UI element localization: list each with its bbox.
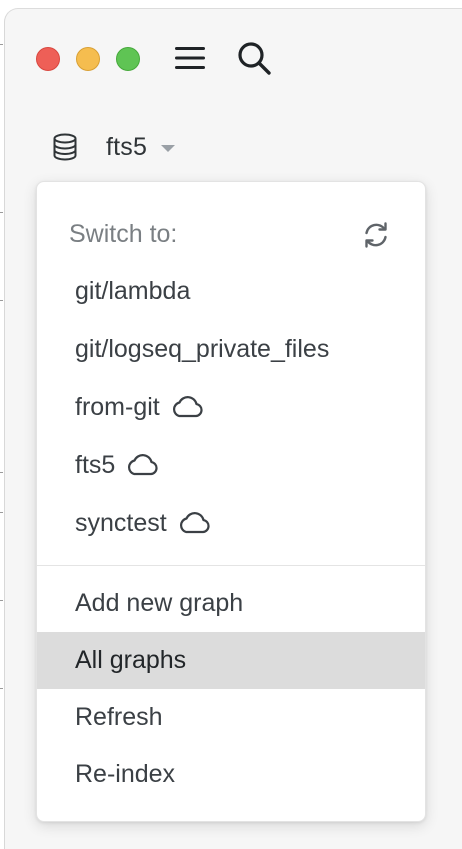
hamburger-icon[interactable] <box>172 40 208 76</box>
all-graphs-button[interactable]: All graphs <box>37 632 425 689</box>
window-minimize-button[interactable] <box>76 47 100 71</box>
add-new-graph-button[interactable]: Add new graph <box>37 575 425 632</box>
graph-item-git-lambda[interactable]: git/lambda <box>37 262 425 320</box>
window-zoom-button[interactable] <box>116 47 140 71</box>
cloud-icon <box>125 453 159 477</box>
graph-item-label: synctest <box>75 508 167 537</box>
edge-tick <box>0 688 3 689</box>
action-label: Add new graph <box>75 589 244 617</box>
caret-down-icon <box>161 144 176 152</box>
graph-list: git/lambda git/logseq_private_files from… <box>37 262 425 552</box>
graph-selector[interactable]: fts5 <box>50 128 176 166</box>
re-index-button[interactable]: Re-index <box>37 746 425 803</box>
edge-tick <box>0 512 3 513</box>
refresh-icon[interactable] <box>361 220 391 250</box>
action-label: All graphs <box>75 646 187 674</box>
cloud-icon <box>177 511 211 535</box>
refresh-button[interactable]: Refresh <box>37 689 425 746</box>
action-list: Add new graph All graphs Refresh Re-inde… <box>37 575 425 803</box>
graph-item-synctest[interactable]: synctest <box>37 494 425 552</box>
edge-tick <box>0 212 3 213</box>
database-icon <box>50 132 80 162</box>
window-close-button[interactable] <box>36 47 60 71</box>
graph-item-label: fts5 <box>75 450 116 479</box>
current-graph-name: fts5 <box>106 132 148 161</box>
search-icon[interactable] <box>236 40 272 76</box>
graph-item-from-git[interactable]: from-git <box>37 378 425 436</box>
edge-tick <box>0 44 3 45</box>
action-label: Re-index <box>75 760 176 788</box>
edge-tick <box>0 300 3 301</box>
action-label: Refresh <box>75 703 163 731</box>
graph-item-git-logseq-private-files[interactable]: git/logseq_private_files <box>37 320 425 378</box>
cloud-icon <box>170 395 204 419</box>
menu-divider <box>37 565 425 566</box>
edge-tick <box>0 600 3 601</box>
graph-switch-dropdown: Switch to: git/lambda git/logseq_private… <box>36 181 426 822</box>
edge-tick <box>0 472 3 473</box>
graph-item-label: git/logseq_private_files <box>75 334 330 363</box>
graph-item-fts5[interactable]: fts5 <box>37 436 425 494</box>
graph-item-label: git/lambda <box>75 276 191 305</box>
graph-item-label: from-git <box>75 392 160 421</box>
switch-to-header: Switch to: <box>69 220 178 248</box>
